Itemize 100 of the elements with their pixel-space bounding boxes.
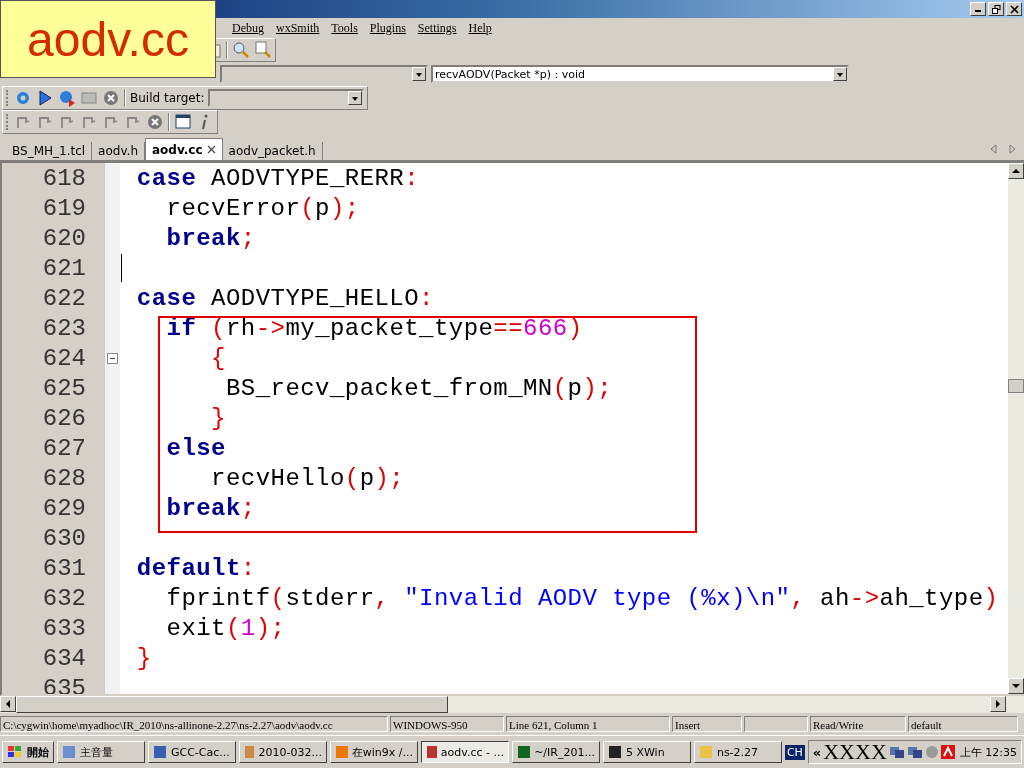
line-number: 631 [42,554,86,582]
app-icon [516,745,531,759]
close-icon [1009,4,1019,14]
taskbar-button[interactable]: 在win9x /... [329,741,418,763]
play-icon[interactable] [36,89,54,107]
scroll-up-icon[interactable] [1012,168,1020,174]
code-line: fprintf(stderr, "Invalid AODV type (%x)\n", ah->ah_type) [165,584,999,612]
code-line: default: [135,554,256,582]
line-number: 618 [42,164,86,192]
status-field: Line 621, Column 1 [506,716,670,732]
code-line: BS_recv_packet_from_MN(p); [224,374,613,402]
line-number: 621 [42,254,86,282]
scroll-right-icon[interactable] [995,700,1001,708]
menu-item[interactable]: wxSmith [270,20,326,36]
replace-icon[interactable] [254,41,272,59]
taskbar-button[interactable]: ~/IR_201... [511,741,600,763]
scrollbar-thumb[interactable] [1008,379,1024,393]
code-line: case AODVTYPE_HELLO: [135,284,434,312]
tray-text: XXXX [823,739,887,765]
line-number: 622 [42,284,86,312]
taskbar-button[interactable]: 主音量 [57,741,145,763]
minimize-icon [975,10,981,12]
file-tab[interactable]: aodv_packet.h [222,142,323,160]
app-icon [334,745,348,759]
stop-icon[interactable] [102,89,120,107]
file-tab[interactable]: BS_MH_1.tcl [6,142,93,160]
menu-item[interactable]: Help [462,20,498,36]
tab-right-arrow-icon[interactable] [1008,144,1016,154]
code-line: } [135,644,152,672]
code-line: recvHello(p); [210,464,405,492]
language-indicator[interactable]: CH [784,744,805,760]
title-label: aodv.cc [0,0,216,78]
fold-icon[interactable] [107,352,118,364]
line-number: 626 [42,404,86,432]
start-button[interactable]: 開始 [2,741,54,763]
line-number: 632 [42,584,86,612]
line-number: 625 [42,374,86,402]
line-number: 628 [42,464,86,492]
taskbar-button[interactable]: ns-2.27 [693,741,782,763]
taskbar-button[interactable]: aodv.cc - ... [420,741,509,763]
network-icon[interactable] [888,745,905,759]
search-icon[interactable] [232,41,250,59]
tray-expand-button[interactable]: « [812,744,822,760]
code-line: } [210,404,226,432]
line-number: 634 [42,644,86,672]
menu-item[interactable]: Tools [325,20,364,36]
code-line: recvError(p); [165,194,360,222]
code-line: break; [165,494,256,522]
close-button[interactable] [1006,2,1022,16]
scope-dropdown[interactable] [220,65,428,83]
app-icon [152,745,167,759]
menu-item[interactable]: Debug [226,20,270,36]
file-tab[interactable]: aodv.cc [145,138,223,160]
horizontal-scrollbar[interactable] [0,696,1024,713]
restore-button[interactable] [988,2,1004,16]
code-line: exit(1); [165,614,286,642]
menu-item[interactable]: Plugins [363,20,412,36]
app-icon [607,745,622,759]
line-number: 630 [42,524,86,552]
menu-item[interactable]: Settings [411,20,463,36]
window-icon[interactable] [174,113,192,131]
status-field: WINDOWS-950 [390,716,504,732]
status-field: Read/Write [810,716,906,732]
line-number: 619 [42,194,86,222]
tab-left-arrow-icon[interactable] [990,144,998,154]
function-dropdown[interactable]: recvAODV(Packet *p) : void [431,65,849,83]
line-number: 620 [42,224,86,252]
line-number: 629 [42,494,86,522]
code-line: break; [165,224,256,252]
taskbar-button[interactable]: GCC-Cac... [147,741,236,763]
minimize-button[interactable] [970,2,986,16]
code-line: case AODVTYPE_RERR: [135,164,420,192]
build-target-dropdown[interactable] [208,89,365,107]
taskbar-button[interactable]: 5 XWin [602,741,691,763]
windows-logo-icon [7,745,23,759]
close-icon[interactable] [206,145,216,154]
scroll-left-icon[interactable] [5,700,11,708]
restore-icon [991,4,1001,14]
network-icon[interactable] [906,745,923,759]
stop-icon[interactable] [146,113,164,131]
status-field: default [908,716,1018,732]
line-number: 627 [42,434,86,462]
scroll-down-icon[interactable] [1012,683,1020,689]
app-icon [243,745,255,759]
code-line: { [210,344,226,372]
antivirus-icon[interactable] [940,745,955,759]
code-line: else [165,434,226,462]
build-target-label: Build target: [130,91,205,105]
line-number: 624 [42,344,86,372]
status-field: C:\cygwin\home\myadhoc\IR_2010\ns-allinone-2.27\ns-2.27\aodv\aodv.cc [0,716,388,732]
vertical-scrollbar[interactable] [1008,163,1024,694]
app-icon [698,745,713,759]
status-pane [744,716,808,732]
app-icon [425,745,437,759]
line-number: 635 [42,674,86,694]
line-number: 633 [42,614,86,642]
app-icon [62,745,76,759]
taskbar-button[interactable]: 2010-032... [238,741,327,763]
line-number: 623 [42,314,86,342]
status-field: Insert [672,716,742,732]
